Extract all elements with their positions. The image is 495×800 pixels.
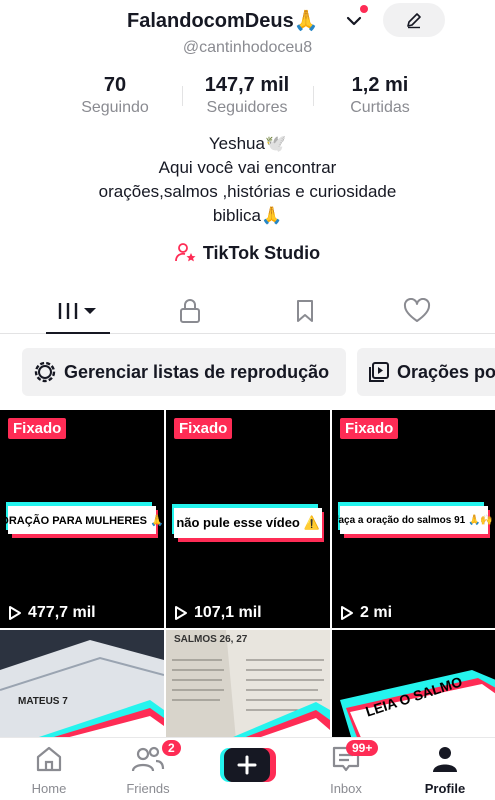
stat-label: Curtidas (350, 99, 410, 116)
stat-likes[interactable]: 1,2 mi Curtidas (325, 74, 435, 117)
stat-label: Seguindo (81, 99, 149, 116)
profile-icon (433, 747, 457, 772)
nav-label: Profile (424, 781, 466, 796)
tab-favorites[interactable] (255, 288, 355, 334)
video-thumbnail[interactable]: Fixado não pule esse vídeo ⚠️ 107,1 mil (166, 410, 330, 628)
pencil-icon (407, 13, 421, 29)
create-button[interactable] (220, 748, 276, 782)
bio-line: biblica🙏 (212, 206, 283, 225)
tab-videos[interactable] (28, 288, 128, 334)
nav-profile[interactable]: Profile (405, 744, 485, 796)
edit-profile-button[interactable] (383, 3, 445, 37)
stat-following[interactable]: 70 Seguindo (60, 74, 170, 117)
video-thumbnail[interactable]: Fixado ORAÇÃO PARA MULHERES 🙏 477,7 mil (0, 410, 164, 628)
play-icon (175, 606, 187, 620)
nav-inbox[interactable]: Inbox 99+ (306, 740, 386, 796)
stat-value: 1,2 mi (351, 74, 409, 96)
nav-label: Home (31, 781, 67, 796)
home-icon (36, 746, 62, 772)
heart-icon (403, 298, 431, 322)
bio-line: orações,salmos ,histórias e curiosidade (98, 182, 397, 201)
notification-badge: 2 (162, 740, 181, 756)
view-count-value: 107,1 mil (194, 604, 262, 621)
video-grid: Fixado ORAÇÃO PARA MULHERES 🙏 477,7 mil … (0, 410, 495, 740)
studio-label: TikTok Studio (202, 242, 321, 263)
notification-dot (360, 5, 368, 13)
profile-bio: Yeshua🕊️ Aqui você vai encontrar orações… (0, 132, 495, 228)
bio-line: Aqui você vai encontrar (158, 158, 337, 177)
pinned-badge: Fixado (340, 418, 399, 439)
bookmark-icon (297, 300, 313, 322)
grid-icon (58, 303, 96, 319)
stat-value: 147,7 mil (204, 74, 290, 96)
caption-banner-graphic (340, 670, 495, 740)
user-handle: @cantinhodoceu8 (182, 39, 313, 56)
stat-value: 70 (103, 74, 127, 96)
person-star-icon (174, 243, 196, 262)
video-thumbnail[interactable]: Fixado faça a oração do salmos 91 🙏🙌 2 m… (332, 410, 495, 628)
nav-label: Inbox (330, 781, 362, 796)
nav-label: Friends (126, 781, 170, 796)
stat-label: Seguidores (206, 99, 288, 116)
playlist-chips: Gerenciar listas de reprodução Orações p… (0, 348, 495, 396)
bible-page-photo (166, 630, 330, 740)
bio-line: Yeshua🕊️ (208, 134, 287, 153)
nav-home[interactable]: Home (9, 744, 89, 796)
video-caption-banner: faça a oração do salmos 91 🙏🙌 (335, 502, 493, 538)
notification-badge: 99+ (346, 740, 379, 756)
friends-icon (131, 746, 165, 772)
playlist-icon (369, 362, 389, 382)
video-thumbnail[interactable]: SALMOS 26, 27 (166, 630, 330, 740)
playlist-chip[interactable]: Orações po (357, 348, 495, 396)
pinned-badge: Fixado (174, 418, 233, 439)
video-thumbnail[interactable]: LEIA O SALMO (332, 630, 495, 740)
bottom-nav: Home Friends 2 Inbox 99+ Profile (0, 737, 495, 800)
video-caption-banner: ORAÇÃO PARA MULHERES 🙏 (0, 502, 164, 538)
video-caption-banner: não pule esse vídeo ⚠️ (172, 504, 324, 542)
view-count-value: 477,7 mil (28, 604, 96, 621)
profile-tabs (0, 288, 495, 334)
banner-text: faça a oração do salmos 91 🙏🙌 (335, 514, 493, 526)
play-icon (341, 606, 353, 620)
play-icon (9, 606, 21, 620)
plus-icon (220, 748, 276, 782)
chevron-down-icon[interactable] (345, 12, 363, 30)
stat-divider (313, 86, 314, 106)
username[interactable]: FalandocomDeus🙏 (127, 8, 319, 33)
profile-header: FalandocomDeus🙏 @cantinhodoceu8 (0, 0, 495, 56)
banner-text: ORAÇÃO PARA MULHERES 🙏 (0, 514, 164, 527)
view-count: 107,1 mil (174, 604, 262, 622)
banner-text: não pule esse vídeo ⚠️ (176, 515, 320, 530)
nav-friends[interactable]: Friends 2 (108, 740, 188, 796)
stat-followers[interactable]: 147,7 mil Seguidores (187, 74, 307, 117)
view-count-value: 2 mi (360, 604, 393, 621)
stat-divider (182, 86, 183, 106)
chip-label: Gerenciar listas de reprodução (64, 361, 330, 382)
tab-private[interactable] (140, 288, 240, 334)
manage-playlists-button[interactable]: Gerenciar listas de reprodução (22, 348, 346, 396)
tiktok-studio-link[interactable]: TikTok Studio (0, 242, 495, 264)
bible-photo (0, 630, 164, 740)
thumbnail-text: MATEUS 7 (18, 696, 68, 707)
thumbnail-text: SALMOS 26, 27 (174, 634, 248, 645)
view-count: 2 mi (340, 604, 392, 622)
pinned-badge: Fixado (8, 418, 67, 439)
tab-liked[interactable] (367, 288, 467, 334)
profile-stats: 70 Seguindo 147,7 mil Seguidores 1,2 mi … (0, 74, 495, 122)
view-count: 477,7 mil (8, 604, 96, 622)
gear-icon (34, 361, 56, 383)
tab-active-indicator (46, 332, 110, 334)
lock-icon (180, 299, 200, 323)
video-thumbnail[interactable]: MATEUS 7 (0, 630, 164, 740)
chip-label: Orações po (397, 361, 495, 382)
